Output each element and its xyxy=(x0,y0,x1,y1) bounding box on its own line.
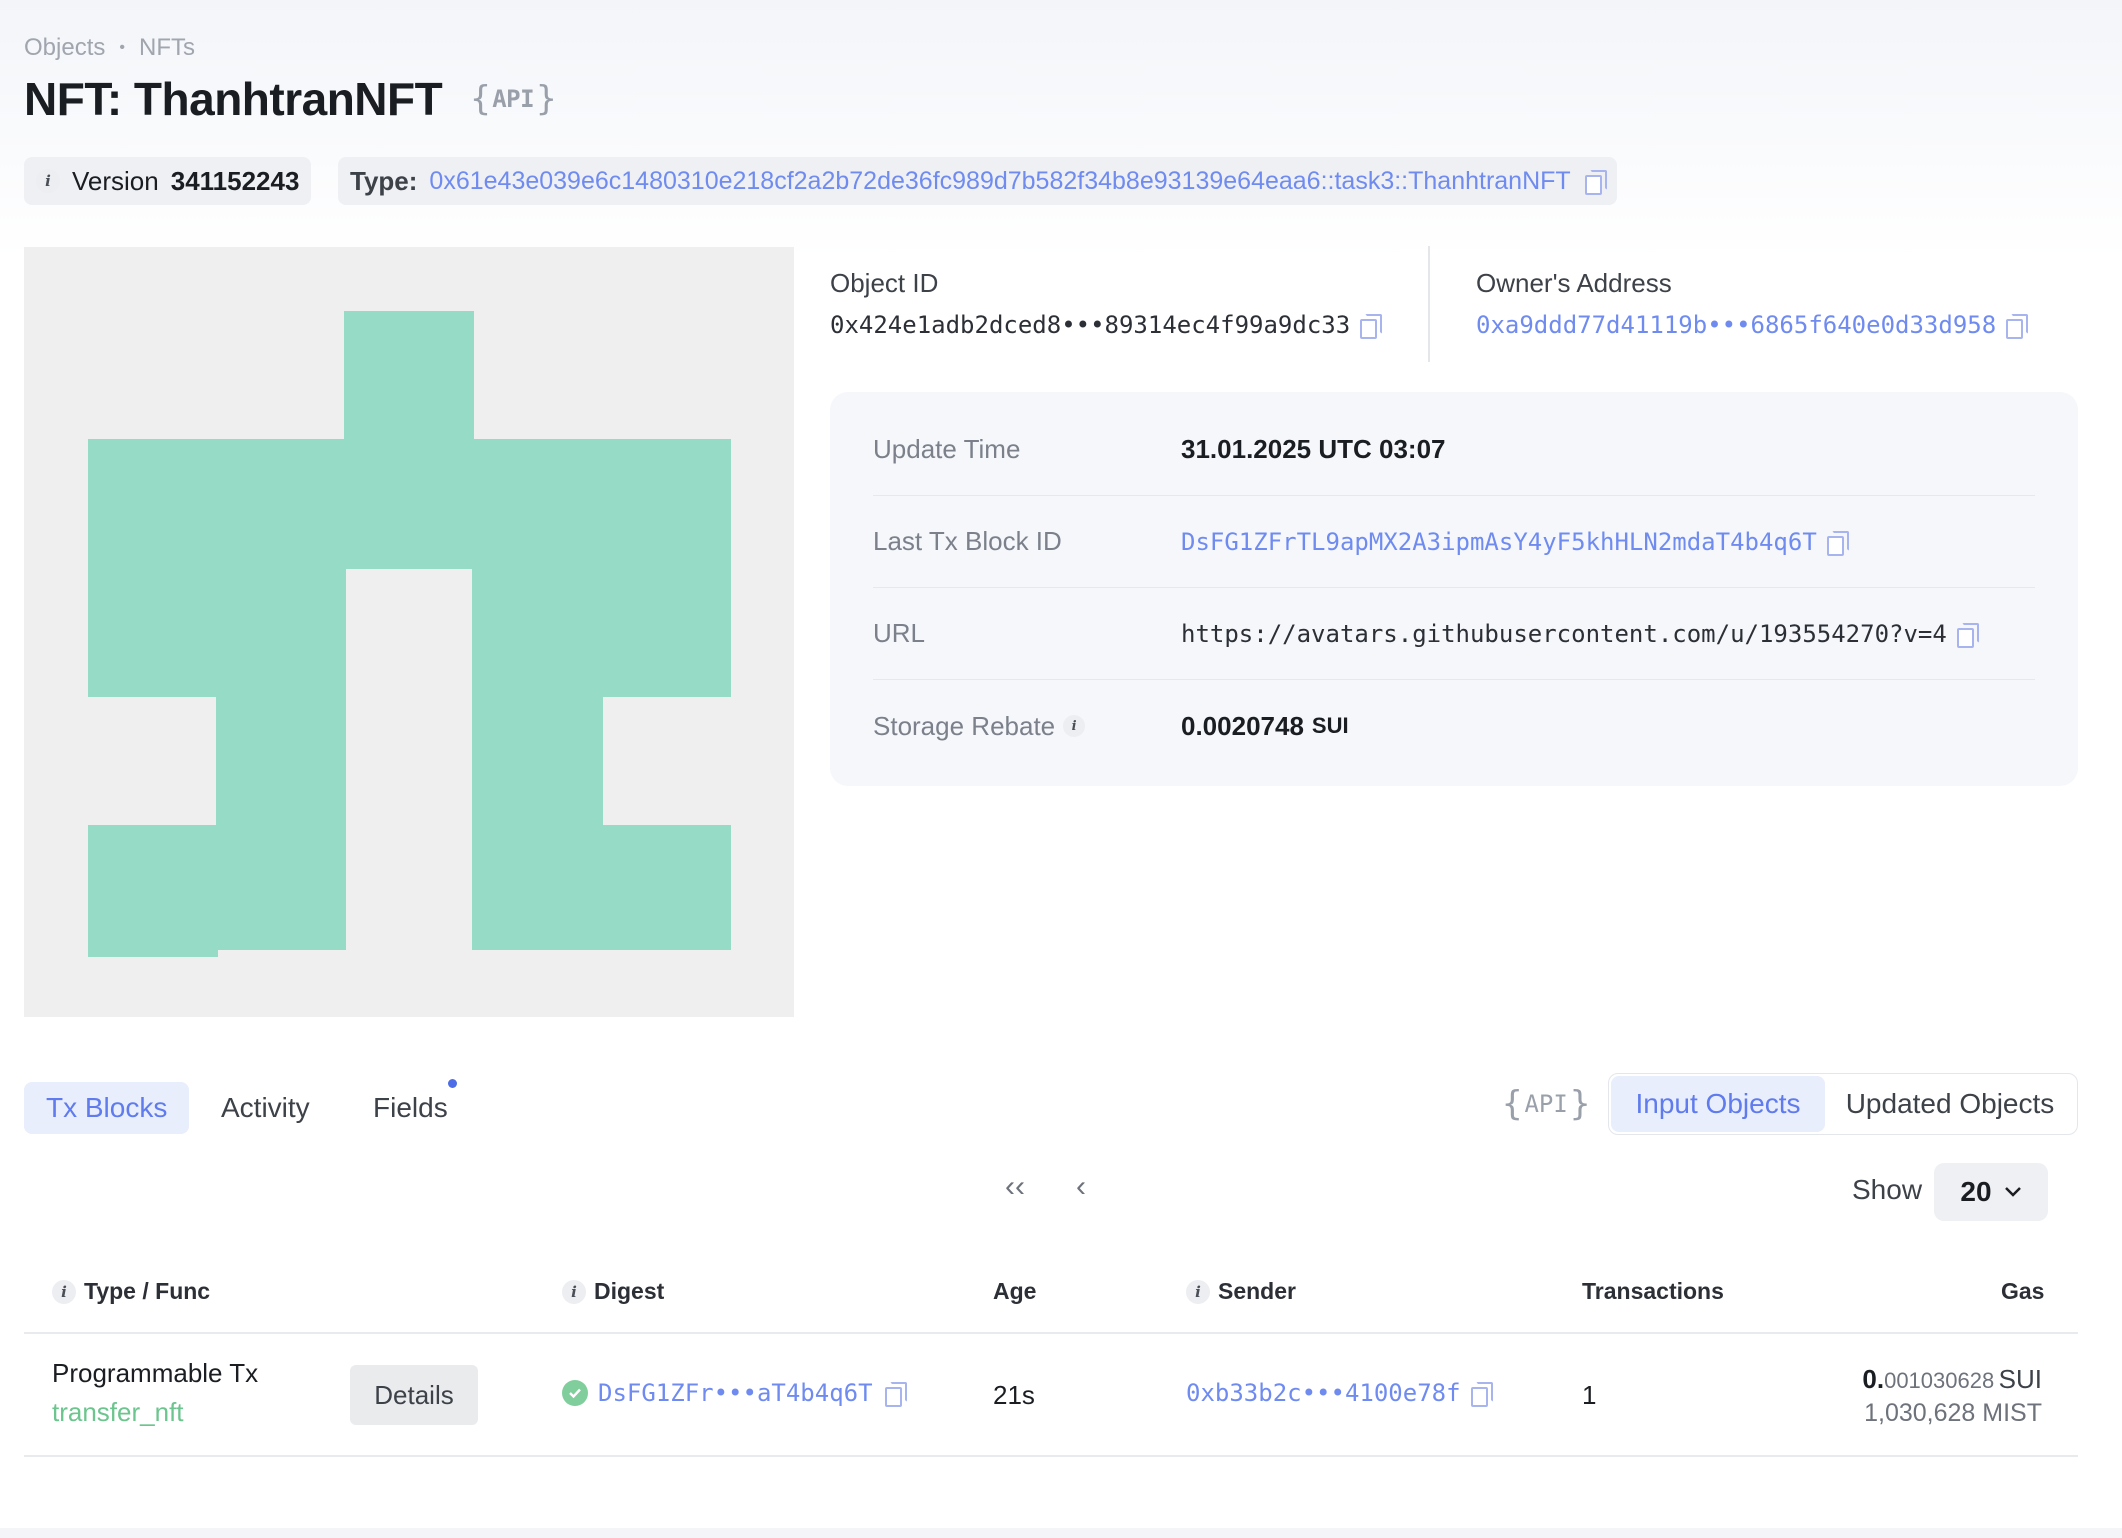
info-icon[interactable]: i xyxy=(1063,715,1086,737)
owner-address-label: Owner's Address xyxy=(1476,268,1672,298)
storage-rebate-row: Storage Rebate i 0.0020748 SUI xyxy=(873,680,2035,772)
update-time-row: Update Time 31.01.2025 UTC 03:07 xyxy=(873,404,2035,496)
last-tx-label: Last Tx Block ID xyxy=(873,526,1062,556)
chevron-down-icon xyxy=(2004,1187,2021,1197)
gas-cell: 0.001030628 SUI 1,030,628 MIST xyxy=(1720,1364,2042,1428)
version-chip: i Version 341152243 xyxy=(24,157,312,205)
api-link[interactable]: { API } xyxy=(470,79,556,119)
footer-band xyxy=(0,1528,2122,1538)
page-title: NFT: ThanhtranNFT xyxy=(24,73,443,125)
details-card: Update Time 31.01.2025 UTC 03:07 Last Tx… xyxy=(830,392,2078,786)
type-label: Type: xyxy=(350,165,418,196)
transactions-value: 1 xyxy=(1582,1380,1597,1410)
digest-link[interactable]: DsFG1ZFr•••aT4b4q6T xyxy=(598,1379,873,1407)
page-size-select[interactable]: 20 xyxy=(1934,1163,2048,1221)
storage-rebate-label-group: Storage Rebate i xyxy=(873,711,1181,742)
update-time-value: 31.01.2025 UTC 03:07 xyxy=(1181,434,1446,464)
version-label: Version xyxy=(72,165,159,196)
header-gas: Gas xyxy=(2001,1278,2045,1304)
object-filter-toggle: Input Objects Updated Objects xyxy=(1608,1073,2078,1135)
tab-activity[interactable]: Activity xyxy=(199,1082,332,1134)
divider xyxy=(1428,246,1430,362)
gas-unit: SUI xyxy=(1998,1364,2042,1394)
update-time-label: Update Time xyxy=(873,434,1021,464)
tab-fields[interactable]: Fields xyxy=(351,1082,470,1134)
last-tx-row: Last Tx Block ID DsFG1ZFrTL9apMX2A3ipmAs… xyxy=(873,496,2035,588)
sender-cell: 0xb33b2c•••4100e78f xyxy=(1186,1379,1493,1407)
type-value-link[interactable]: 0x61e43e039e6c1480310e218cf2a2b72de36fc9… xyxy=(429,167,1570,196)
object-id-row: 0x424e1adb2dced8•••89314ec4f99a9dc33 xyxy=(830,311,1383,339)
info-icon[interactable]: i xyxy=(52,1279,76,1304)
gas-int: 0. xyxy=(1862,1364,1885,1394)
first-page-button[interactable]: ‹‹ xyxy=(1005,1170,1025,1204)
header-digest: i Digest xyxy=(562,1278,664,1305)
prev-page-button[interactable]: ‹ xyxy=(1076,1170,1086,1204)
storage-rebate-label: Storage Rebate xyxy=(873,710,1056,741)
show-label: Show xyxy=(1852,1174,1923,1205)
breadcrumb: Objects • NFTs xyxy=(24,34,195,62)
page-title-row: NFT: ThanhtranNFT { API } xyxy=(24,72,557,126)
header-sender: i Sender xyxy=(1186,1278,1296,1305)
object-id-label: Object ID xyxy=(830,268,939,298)
tx-func: transfer_nft xyxy=(52,1397,184,1427)
copy-icon[interactable] xyxy=(1955,621,1979,648)
nft-image xyxy=(24,247,794,1017)
input-objects-option[interactable]: Input Objects xyxy=(1611,1076,1825,1132)
storage-rebate-value: 0.0020748 xyxy=(1181,710,1304,741)
table-row: Programmable Tx transfer_nft xyxy=(52,1358,258,1428)
version-value: 341152243 xyxy=(170,165,300,196)
table-header-divider xyxy=(24,1332,2078,1334)
info-icon[interactable]: i xyxy=(562,1279,586,1304)
header-transactions: Transactions xyxy=(1582,1278,1724,1304)
breadcrumb-item-objects[interactable]: Objects xyxy=(24,34,105,62)
digest-cell: DsFG1ZFr•••aT4b4q6T xyxy=(562,1379,907,1407)
copy-icon[interactable] xyxy=(883,1380,907,1407)
info-icon[interactable]: i xyxy=(36,169,60,193)
object-id-value: 0x424e1adb2dced8•••89314ec4f99a9dc33 xyxy=(830,311,1351,339)
copy-icon[interactable] xyxy=(1583,168,1607,195)
storage-rebate-unit: SUI xyxy=(1311,713,1349,738)
owner-address-block: Owner's Address 0xa9ddd77d41119b•••6865f… xyxy=(1476,268,2029,339)
type-chip: Type: 0x61e43e039e6c1480310e218cf2a2b72d… xyxy=(338,157,1617,205)
storage-rebate-value-group: 0.0020748 SUI xyxy=(1181,711,1349,742)
object-id-block: Object ID 0x424e1adb2dced8•••89314ec4f99… xyxy=(830,268,1383,339)
last-tx-value-row: DsFG1ZFrTL9apMX2A3ipmAsY4yF5khHLN2mdaT4b… xyxy=(1181,528,1849,556)
copy-icon[interactable] xyxy=(1825,529,1849,556)
updated-objects-option[interactable]: Updated Objects xyxy=(1825,1076,2075,1132)
url-row: URL https://avatars.githubusercontent.co… xyxy=(873,588,2035,680)
sender-link[interactable]: 0xb33b2c•••4100e78f xyxy=(1186,1379,1461,1407)
last-tx-link[interactable]: DsFG1ZFrTL9apMX2A3ipmAsY4yF5khHLN2mdaT4b… xyxy=(1181,528,1817,556)
gas-frac: 001030628 xyxy=(1884,1368,1995,1393)
nft-identicon xyxy=(24,247,794,1017)
table-api-link[interactable]: { API } xyxy=(1502,1084,1590,1124)
copy-icon[interactable] xyxy=(2004,312,2029,339)
owner-address-row: 0xa9ddd77d41119b•••6865f640e0d33d958 xyxy=(1476,311,2029,339)
info-icon[interactable]: i xyxy=(1186,1279,1210,1304)
success-check-icon xyxy=(562,1380,588,1406)
table-row-divider xyxy=(24,1455,2078,1457)
gas-mist: 1,030,628 MIST xyxy=(1864,1399,2042,1427)
age-value: 21s xyxy=(993,1380,1035,1410)
url-value: https://avatars.githubusercontent.com/u/… xyxy=(1181,619,1947,648)
header-age: Age xyxy=(993,1278,1037,1304)
tx-type: Programmable Tx xyxy=(52,1358,259,1388)
owner-address-link[interactable]: 0xa9ddd77d41119b•••6865f640e0d33d958 xyxy=(1476,311,1996,339)
breadcrumb-separator: • xyxy=(119,39,125,56)
copy-icon[interactable] xyxy=(1358,312,1383,339)
page-size-value: 20 xyxy=(1960,1176,1992,1207)
copy-icon[interactable] xyxy=(1469,1380,1493,1407)
details-button[interactable]: Details xyxy=(350,1365,478,1425)
gas-sui-row: 0.001030628 SUI xyxy=(1720,1364,2042,1395)
tab-tx-blocks[interactable]: Tx Blocks xyxy=(24,1082,190,1134)
url-value-row: https://avatars.githubusercontent.com/u/… xyxy=(1181,619,1979,648)
fields-notification-dot xyxy=(448,1079,457,1088)
url-label: URL xyxy=(873,618,926,648)
breadcrumb-item-nfts[interactable]: NFTs xyxy=(139,34,195,62)
header-type-func: i Type / Func xyxy=(52,1278,210,1305)
